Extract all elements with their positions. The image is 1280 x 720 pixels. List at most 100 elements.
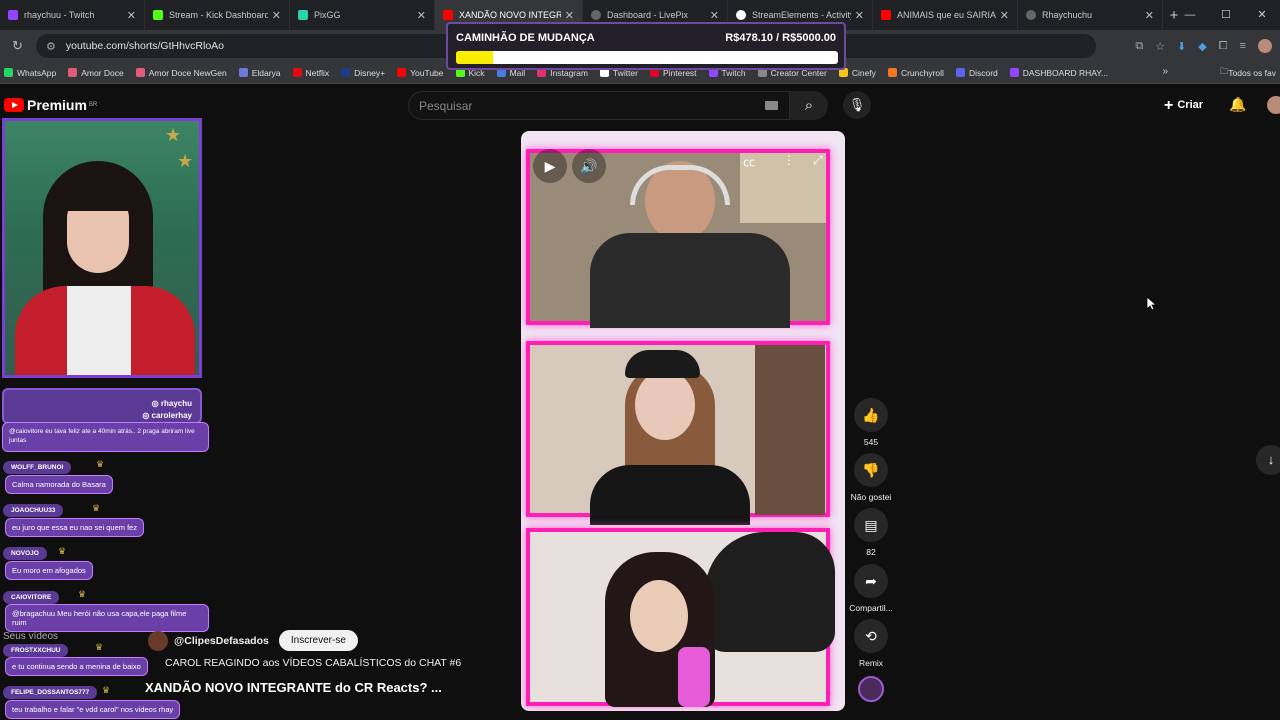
youtube-play-icon xyxy=(4,98,24,112)
bookmark-icon xyxy=(1009,68,1019,77)
keyboard-icon[interactable] xyxy=(765,101,778,110)
close-icon[interactable]: ✕ xyxy=(855,9,864,22)
star-decoration-icon: ★ xyxy=(165,125,182,145)
bookmark-item[interactable]: DASHBOARD RHAY... xyxy=(1009,68,1108,78)
globe-icon xyxy=(591,10,601,20)
bookmark-item[interactable]: Disney+ xyxy=(341,68,385,78)
dislike-action[interactable]: 👎 Não gostei xyxy=(848,453,894,502)
person-face xyxy=(630,580,688,652)
bookmark-item[interactable]: YouTube xyxy=(397,68,444,78)
create-button[interactable]: + Criar xyxy=(1164,97,1203,115)
chat-username: FELIPE_DOSSANTOS777 xyxy=(3,686,98,699)
fullscreen-icon[interactable]: ⤢ xyxy=(813,153,823,168)
tab-animais[interactable]: ANIMAIS que eu SAIRIA ✕ xyxy=(873,0,1018,30)
crown-icon: ♛ xyxy=(95,642,104,652)
bookmark-item[interactable]: Eldarya xyxy=(238,68,281,78)
goal-amount: R$478.10 / R$5000.00 xyxy=(725,32,836,44)
volume-button[interactable]: 🔊 xyxy=(572,149,606,183)
channel-name[interactable]: @ClipesDefasados xyxy=(174,635,269,647)
bookmark-icon xyxy=(238,68,248,77)
bookmark-item[interactable]: Netflix xyxy=(292,68,329,78)
star-icon[interactable]: ☆ xyxy=(1155,40,1165,53)
search-button[interactable]: ⌕ xyxy=(790,91,828,120)
tab-kick[interactable]: Stream - Kick Dashboard ✕ xyxy=(145,0,290,30)
close-icon[interactable]: ✕ xyxy=(1000,9,1009,22)
remix-icon[interactable]: ⟲ xyxy=(854,619,888,653)
close-window-icon[interactable]: ✕ xyxy=(1244,0,1280,30)
bookmark-item[interactable]: Discord xyxy=(955,68,998,78)
bookmark-item[interactable]: Amor Doce xyxy=(68,68,124,78)
person-face xyxy=(635,370,695,440)
bookmark-icon xyxy=(397,68,407,77)
folder-icon: 🗀 xyxy=(1219,66,1229,76)
goal-title: CAMINHÃO DE MUDANÇA xyxy=(456,32,595,44)
close-icon[interactable]: ✕ xyxy=(127,9,136,22)
close-icon[interactable]: ✕ xyxy=(417,9,426,22)
thumbs-up-icon[interactable]: 👍 xyxy=(854,398,888,432)
remix-action[interactable]: ⟲ Remix xyxy=(848,619,894,668)
profile-icon[interactable] xyxy=(1258,39,1272,53)
bookmark-icon xyxy=(68,68,78,77)
share-action[interactable]: ➦ Compartil... xyxy=(848,564,894,613)
maximize-icon[interactable]: ☐ xyxy=(1208,0,1244,30)
close-icon[interactable]: ✕ xyxy=(710,9,719,22)
instagram-icon: ◎ xyxy=(142,411,152,420)
subscribe-button[interactable]: Inscrever-se xyxy=(278,630,358,651)
like-action[interactable]: 👍 545 xyxy=(848,398,894,447)
donation-goal-overlay: CAMINHÃO DE MUDANÇA R$478.10 / R$5000.00 xyxy=(446,22,846,70)
sound-avatar[interactable] xyxy=(858,676,884,702)
share-icon[interactable]: ➦ xyxy=(854,564,888,598)
bookmark-item[interactable]: Crunchyroll xyxy=(887,68,944,78)
bookmark-icon xyxy=(292,68,302,77)
voice-search-button[interactable]: 🎙 xyxy=(843,91,871,119)
reload-icon[interactable]: ↻ xyxy=(12,38,28,54)
youtube-icon xyxy=(443,10,453,20)
toolbar-icons: ⧉ ☆ ⬇ ◆ ⧠ ≡ xyxy=(1135,30,1272,62)
more-bookmarks-icon[interactable]: » xyxy=(1162,66,1168,77)
video-title[interactable]: XANDÃO NOVO INTEGRANTE do CR Reacts? ... xyxy=(145,680,442,695)
youtube-logo[interactable]: Premium BR xyxy=(4,97,97,113)
account-avatar[interactable] xyxy=(1267,96,1280,114)
bookmark-item[interactable]: WhatsApp xyxy=(4,68,56,78)
bookmark-icon xyxy=(341,68,351,77)
close-icon[interactable]: ✕ xyxy=(272,9,281,22)
cast-icon[interactable]: ⧉ xyxy=(1135,40,1143,53)
notifications-bell-icon[interactable]: 🔔 xyxy=(1229,96,1246,113)
instagram-icon: ◎ xyxy=(151,399,161,408)
url-text: youtube.com/shorts/GtHhvcRloAo xyxy=(65,40,225,52)
close-icon[interactable]: ✕ xyxy=(565,9,574,22)
minimize-icon[interactable]: — xyxy=(1172,0,1208,30)
mouse-cursor-icon xyxy=(1146,296,1156,311)
captions-icon[interactable]: ㏄ xyxy=(743,153,755,170)
thumbs-down-icon[interactable]: 👎 xyxy=(854,453,888,487)
shorts-player[interactable]: ▶ 🔊 ㏄ ⋮ ⤢ xyxy=(521,131,845,711)
tab-twitch[interactable]: rhaychuu - Twitch ✕ xyxy=(0,0,145,30)
tab-pixgg[interactable]: PixGG ✕ xyxy=(290,0,435,30)
bookmark-item[interactable]: Amor Doce NewGen xyxy=(135,68,227,78)
kick-icon xyxy=(153,10,163,20)
download-icon[interactable]: ⬇ xyxy=(1177,40,1186,53)
menu-icon[interactable]: ≡ xyxy=(1240,40,1246,52)
crown-icon: ♛ xyxy=(92,503,101,513)
comments-action[interactable]: ▤ 82 xyxy=(848,508,894,557)
site-settings-icon[interactable]: ⚙ xyxy=(46,40,56,53)
channel-avatar[interactable] xyxy=(148,630,168,651)
close-icon[interactable]: ✕ xyxy=(1145,9,1154,22)
bookmark-icon xyxy=(887,68,897,77)
more-options-icon[interactable]: ⋮ xyxy=(783,153,795,167)
chat-message: eu juro que essa eu nao sei quem fez xyxy=(5,518,145,537)
all-bookmarks[interactable]: 🗀 Todos os fav xyxy=(1220,62,1280,84)
headphones xyxy=(630,165,730,205)
tab-rhaychuchu[interactable]: Rhaychuchu ✕ xyxy=(1018,0,1163,30)
video-description[interactable]: CAROL REAGINDO aos VÍDEOS CABALÍSTICOS d… xyxy=(165,657,461,669)
person-body xyxy=(590,233,790,328)
globe-icon xyxy=(1026,10,1036,20)
puzzle-icon[interactable]: ⧠ xyxy=(1219,40,1228,53)
comment-icon[interactable]: ▤ xyxy=(854,508,888,542)
search-input[interactable]: Pesquisar xyxy=(408,91,790,120)
chat-message: Eu moro em afogados xyxy=(5,561,93,580)
next-short-button[interactable]: ↓ xyxy=(1256,445,1280,475)
streamer-tshirt xyxy=(67,286,131,375)
extension-icon[interactable]: ◆ xyxy=(1198,40,1206,53)
play-button[interactable]: ▶ xyxy=(533,149,567,183)
